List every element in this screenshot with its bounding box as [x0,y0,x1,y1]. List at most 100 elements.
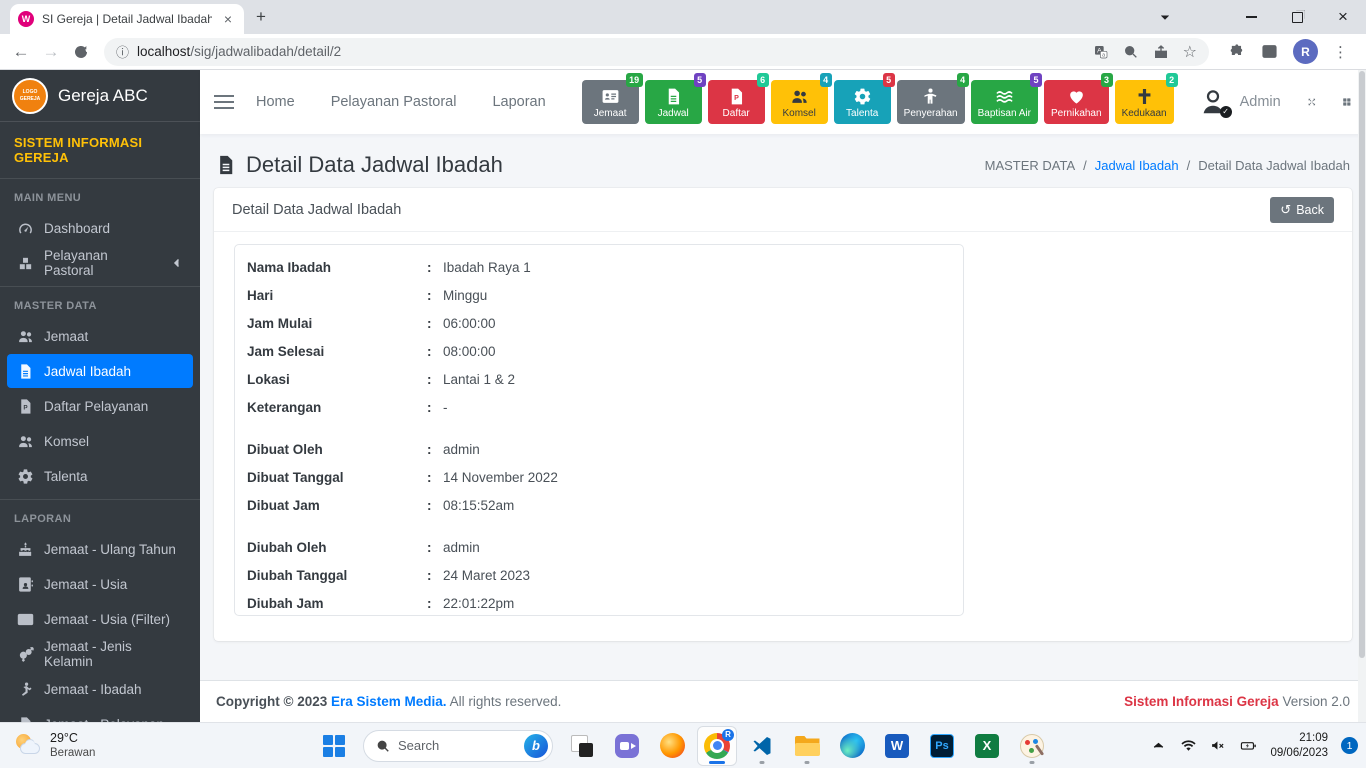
footer-brand-link[interactable]: Era Sistem Media. [331,694,447,709]
zoom-out-icon[interactable] [1123,44,1139,60]
sidebar-item-jadwal-ibadah[interactable]: Jadwal Ibadah [7,354,193,388]
weather-desc: Berawan [50,747,96,760]
app-button-pernikahan[interactable]: 3 Pernikahan [1043,73,1113,124]
browser-menu-icon[interactable] [1333,43,1348,61]
detail-box: Nama IbadahIbadah Raya 1 HariMinggu Jam … [234,244,964,616]
taskbar-app-chrome[interactable] [697,725,737,766]
sidebar-item-pelayanan-pastoral[interactable]: Pelayanan Pastoral [7,246,193,280]
app-button-komsel[interactable]: 4 Komsel [770,73,832,124]
sidebar-item-jemaat-jenis-kelamin[interactable]: Jemaat - Jenis Kelamin [7,637,193,671]
side-panel-icon[interactable] [1261,43,1278,60]
app-button-jadwal[interactable]: 5 Jadwal [644,73,706,124]
page-header: Detail Data Jadwal Ibadah MASTER DATA Ja… [214,144,1352,188]
taskbar-app-edge[interactable] [832,726,872,766]
file-p-icon: P [731,88,742,105]
sidebar-item-jemaat-ulang-tahun[interactable]: Jemaat - Ulang Tahun [7,532,193,566]
app-button-talenta[interactable]: 5 Talenta [833,73,895,124]
detail-row-jam-selesai: Jam Selesai08:00:00 [247,337,951,365]
sidebar-item-komsel[interactable]: Komsel [7,424,193,458]
sidebar-item-dashboard[interactable]: Dashboard [7,211,193,245]
bookmark-star-icon[interactable]: ☆ [1183,42,1197,62]
weather-temp: 29°C [50,730,78,745]
taskbar-app-explorer[interactable] [787,726,827,766]
taskbar-app-word[interactable] [877,726,917,766]
start-button[interactable] [314,726,354,766]
sidebar-brand[interactable]: LOGO GEREJA Gereja ABC [0,70,200,122]
window-restore-button[interactable] [1274,0,1320,34]
taskbar-app-chat[interactable] [607,726,647,766]
translate-icon[interactable]: Aa [1093,44,1109,60]
app-button-jemaat[interactable]: 19 Jemaat [581,73,643,124]
toolbar-actions [1229,39,1348,64]
site-info-icon[interactable]: ⓘ [116,42,129,61]
back-icon[interactable]: ← [8,39,34,65]
detail-row-diubah-oleh: Diubah Olehadmin [247,533,951,561]
taskbar-app-firefox[interactable] [652,726,692,766]
footer-version: Sistem Informasi Gereja Version 2.0 [1124,694,1350,709]
sidebar-item-label: Jemaat [44,328,89,344]
scrollbar-thumb[interactable] [1359,71,1365,658]
taskbar-app-vscode[interactable] [742,726,782,766]
app-button-daftar[interactable]: 6 P Daftar [707,73,769,124]
app-button-penyerahan[interactable]: 4 Penyerahan [896,73,969,124]
sidebar-item-jemaat-ibadah[interactable]: Jemaat - Ibadah [7,672,193,706]
taskbar-app-excel[interactable] [967,726,1007,766]
card-title: Detail Data Jadwal Ibadah [232,201,402,218]
sidebar-item-label: Jemaat - Usia (Filter) [44,611,171,627]
grid-apps-icon[interactable] [1342,92,1352,112]
navbar-link-pelayanan-pastoral[interactable]: Pelayanan Pastoral [331,94,457,110]
breadcrumb-jadwal-ibadah[interactable]: Jadwal Ibadah [1075,158,1179,173]
sidebar-item-jemaat[interactable]: Jemaat [7,319,193,353]
browser-tab[interactable]: SI Gereja | Detail Jadwal Ibadah [10,4,244,34]
tray-chevron-up-icon[interactable] [1150,737,1167,754]
tab-close-icon[interactable] [220,11,236,27]
weather-widget[interactable]: 29°C Berawan [10,723,101,768]
taskbar-search[interactable]: Search [363,729,553,762]
app-button-kedukaan[interactable]: 2 Kedukaan [1114,73,1178,124]
bing-chat-icon[interactable] [524,733,548,758]
window-close-button[interactable] [1320,0,1366,34]
volume-muted-icon[interactable] [1210,737,1227,754]
taskbar-app-photoshop[interactable] [922,726,962,766]
user-menu[interactable]: Admin [1198,87,1281,118]
sidebar-item-jemaat-usia-filter[interactable]: Jemaat - Usia (Filter) [7,602,193,636]
navbar-link-home[interactable]: Home [256,94,295,110]
taskbar-clock[interactable]: 21:09 09/06/2023 [1270,731,1328,761]
tab-search-chevron-icon[interactable] [1142,0,1188,34]
user-avatar-icon [1198,87,1232,118]
sidebar-item-label: Daftar Pelayanan [44,398,149,414]
address-card-icon [17,613,34,625]
forward-icon[interactable]: → [38,39,64,65]
battery-icon[interactable] [1240,737,1257,754]
page-scrollbar[interactable] [1358,70,1366,722]
share-icon[interactable] [1153,44,1169,60]
taskbar-app-square[interactable] [562,726,602,766]
sidebar-item-daftar-pelayanan[interactable]: P Daftar Pelayanan [7,389,193,423]
browser-profile-avatar[interactable] [1293,39,1318,64]
word-icon [885,733,909,758]
app-button-baptisan-air[interactable]: 5 Baptisan Air [970,73,1042,124]
address-bar[interactable]: ⓘ localhost/sig/jadwalibadah/detail/2 Aa… [104,37,1209,66]
badge-count: 5 [1029,73,1042,87]
sidebar-item-jemaat-usia[interactable]: Jemaat - Usia [7,567,193,601]
navbar-link-laporan[interactable]: Laporan [492,94,545,110]
badge-count: 6 [756,73,769,87]
sidebar-item-talenta[interactable]: Talenta [7,459,193,493]
card-body: Nama IbadahIbadah Raya 1 HariMinggu Jam … [214,232,1352,628]
hamburger-menu-icon[interactable] [214,95,234,109]
edge-icon [839,733,865,758]
new-tab-button[interactable] [256,7,266,27]
browser-tab-bar: SI Gereja | Detail Jadwal Ibadah [0,0,1366,34]
wifi-icon[interactable] [1180,737,1197,754]
window-minimize-button[interactable] [1228,0,1274,34]
back-button[interactable]: Back [1270,196,1334,223]
notification-count-badge[interactable]: 1 [1341,737,1358,754]
extensions-puzzle-icon[interactable] [1229,43,1246,60]
taskbar-app-paint[interactable] [1012,726,1052,766]
detail-card: Detail Data Jadwal Ibadah Back Nama Ibad… [214,188,1352,641]
fullscreen-expand-icon[interactable] [1307,92,1317,112]
gear-icon [854,88,870,105]
sidebar-item-jemaat-pelayanan[interactable]: P Jemaat - Pelayanan [7,707,193,722]
weather-cloud-sun-icon [16,733,42,759]
reload-icon[interactable] [68,39,94,65]
